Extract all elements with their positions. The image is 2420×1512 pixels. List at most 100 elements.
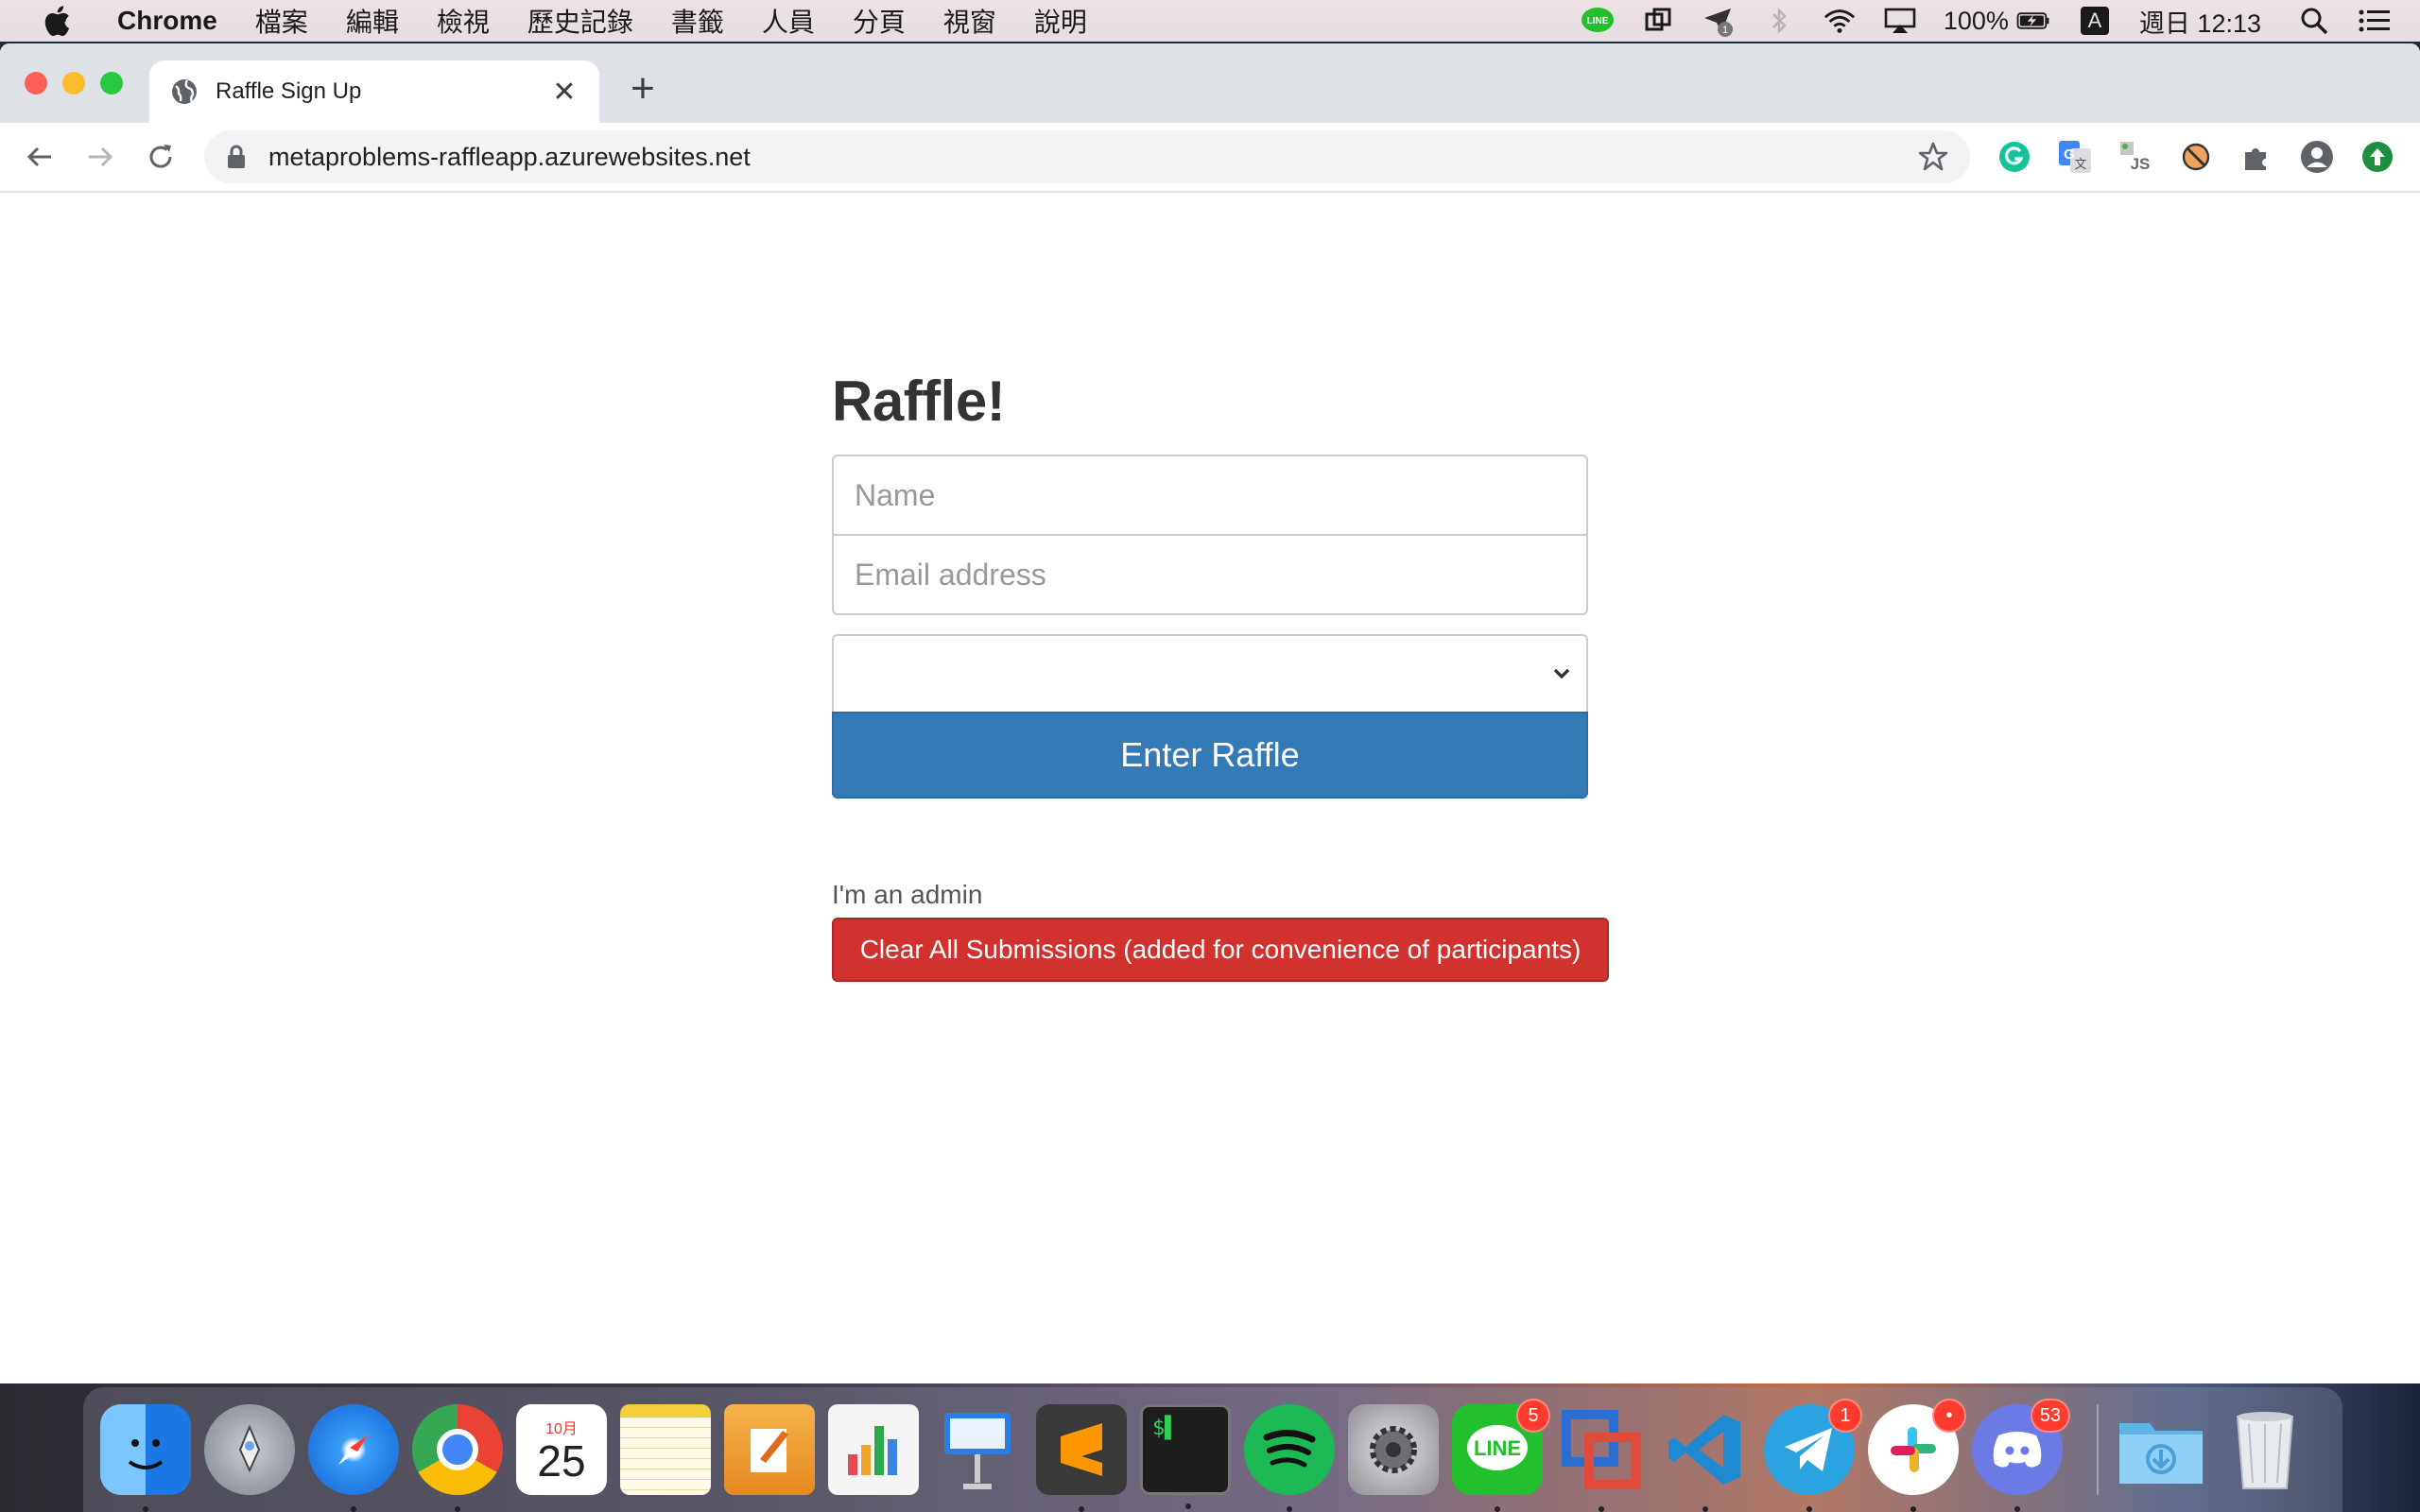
sublime-text-icon[interactable] <box>1036 1404 1127 1512</box>
dock: 10月 25 $▌ LINE 5 1 • 53 <box>83 1387 2342 1512</box>
tab-title: Raffle Sign Up <box>216 78 362 104</box>
zoom-window-button[interactable] <box>100 72 123 94</box>
running-indicator <box>1287 1506 1292 1512</box>
tab-raffle-sign-up[interactable]: Raffle Sign Up ✕ <box>149 60 599 123</box>
url-text[interactable]: metaproblems-raffleapp.azurewebsites.net <box>268 143 1917 172</box>
menu-file[interactable]: 檔案 <box>255 2 308 40</box>
battery-icon[interactable] <box>2016 4 2050 38</box>
terminal-prompt-icon: $▌ <box>1152 1417 1178 1440</box>
line-app-icon[interactable]: LINE 5 <box>1452 1399 1550 1512</box>
bookmark-star-icon[interactable] <box>1917 141 1949 173</box>
running-indicator <box>1185 1503 1191 1509</box>
wifi-icon[interactable] <box>1823 4 1857 38</box>
svg-text:G: G <box>2064 146 2075 163</box>
svg-text:LINE: LINE <box>1474 1436 1521 1460</box>
page-content: Raffle! Name Email address Enter Raffle … <box>0 193 2420 1382</box>
lock-icon[interactable] <box>225 145 248 169</box>
chevron-down-icon <box>1553 668 1570 679</box>
running-indicator <box>1806 1506 1812 1512</box>
new-tab-button[interactable]: + <box>624 68 662 110</box>
finder-icon[interactable] <box>100 1404 191 1512</box>
apple-icon[interactable] <box>38 2 76 40</box>
forward-button[interactable] <box>79 136 121 178</box>
menu-help[interactable]: 說明 <box>1034 2 1087 40</box>
grammarly-icon[interactable] <box>1995 137 2034 177</box>
macos-menu-bar: Chrome 檔案 編輯 檢視 歷史記錄 書籤 人員 分頁 視窗 說明 LINE… <box>0 0 2420 42</box>
js-icon[interactable]: JS <box>2116 137 2155 177</box>
telegram-icon[interactable]: 1 <box>1764 1399 1862 1512</box>
running-indicator <box>143 1506 148 1512</box>
input-source-label: A <box>2080 7 2109 35</box>
update-icon[interactable] <box>2358 137 2397 177</box>
puzzle-icon[interactable] <box>2237 137 2276 177</box>
input-source-icon[interactable]: A <box>2080 7 2109 35</box>
paper-plane-icon[interactable]: 1 <box>1702 4 1736 38</box>
trash-icon[interactable] <box>2220 1404 2310 1495</box>
email-input[interactable]: Email address <box>832 534 1588 615</box>
chrome-window: Raffle Sign Up ✕ + metaproblems-raffleap… <box>0 43 2420 1383</box>
menu-tab[interactable]: 分頁 <box>853 2 906 40</box>
globe-icon <box>172 79 197 104</box>
clear-submissions-button[interactable]: Clear All Submissions (added for conveni… <box>832 918 1609 982</box>
reload-button[interactable] <box>140 136 182 178</box>
telegram-badge: 1 <box>1828 1399 1862 1433</box>
launchpad-icon[interactable] <box>204 1404 295 1495</box>
discord-icon[interactable]: 53 <box>1972 1399 2070 1512</box>
numbers-icon[interactable] <box>828 1404 919 1495</box>
menu-window[interactable]: 視窗 <box>943 2 996 40</box>
window-controls <box>25 72 123 94</box>
svg-text:JS: JS <box>2131 155 2151 173</box>
chrome-icon[interactable] <box>412 1404 503 1512</box>
reload-icon <box>149 145 172 168</box>
back-button[interactable] <box>19 136 60 178</box>
name-input[interactable]: Name <box>832 455 1588 536</box>
page-title: Raffle! <box>832 369 1006 433</box>
menu-people[interactable]: 人員 <box>762 2 815 40</box>
clock[interactable]: 週日 12:13 <box>2139 3 2261 40</box>
system-preferences-icon[interactable] <box>1348 1404 1439 1495</box>
close-tab-icon[interactable]: ✕ <box>550 76 579 109</box>
vmware-icon[interactable] <box>1556 1404 1647 1512</box>
bluetooth-icon[interactable] <box>1762 4 1796 38</box>
running-indicator <box>2014 1506 2020 1512</box>
spotlight-icon[interactable] <box>2297 4 2331 38</box>
menu-view[interactable]: 檢視 <box>437 2 490 40</box>
calendar-month: 10月 <box>545 1421 578 1437</box>
running-indicator <box>1703 1506 1708 1512</box>
profile-icon[interactable] <box>2297 137 2337 177</box>
minimize-window-button[interactable] <box>62 72 85 94</box>
notification-center-icon[interactable] <box>2358 4 2392 38</box>
vscode-icon[interactable] <box>1660 1404 1751 1512</box>
terminal-icon[interactable]: $▌ <box>1140 1404 1231 1509</box>
line-icon[interactable]: LINE <box>1581 7 1615 35</box>
admin-label: I'm an admin <box>832 880 983 909</box>
tab-strip: Raffle Sign Up ✕ + <box>0 43 2420 123</box>
menu-app-chrome[interactable]: Chrome <box>117 6 217 36</box>
blocker-icon[interactable] <box>2176 137 2216 177</box>
pages-icon[interactable] <box>724 1404 815 1495</box>
calendar-day: 25 <box>537 1436 586 1486</box>
menu-edit[interactable]: 編輯 <box>346 2 399 40</box>
downloads-folder-icon[interactable] <box>2116 1404 2206 1495</box>
address-bar[interactable]: metaproblems-raffleapp.azurewebsites.net <box>204 130 1970 183</box>
battery-percentage: 100% <box>1943 6 2009 35</box>
enter-raffle-button[interactable]: Enter Raffle <box>832 712 1588 799</box>
menu-history[interactable]: 歷史記錄 <box>527 2 633 40</box>
spotify-icon[interactable] <box>1244 1404 1335 1512</box>
running-indicator <box>1079 1506 1084 1512</box>
notes-icon[interactable] <box>620 1404 711 1495</box>
safari-icon[interactable] <box>308 1404 399 1512</box>
keynote-icon[interactable] <box>932 1404 1023 1495</box>
menu-bookmarks[interactable]: 書籤 <box>671 2 724 40</box>
raffle-select[interactable] <box>832 634 1588 713</box>
running-indicator <box>455 1506 460 1512</box>
raffle-form: Raffle! Name Email address Enter Raffle … <box>832 369 1609 982</box>
running-indicator <box>1599 1506 1604 1512</box>
crop-icon[interactable] <box>1641 4 1675 38</box>
google-translate-icon[interactable]: G文 <box>2055 137 2095 177</box>
close-window-button[interactable] <box>25 72 47 94</box>
back-arrow-icon <box>26 146 51 167</box>
slack-icon[interactable]: • <box>1868 1399 1966 1512</box>
airplay-icon[interactable] <box>1883 4 1917 38</box>
calendar-icon[interactable]: 10月 25 <box>516 1404 607 1495</box>
